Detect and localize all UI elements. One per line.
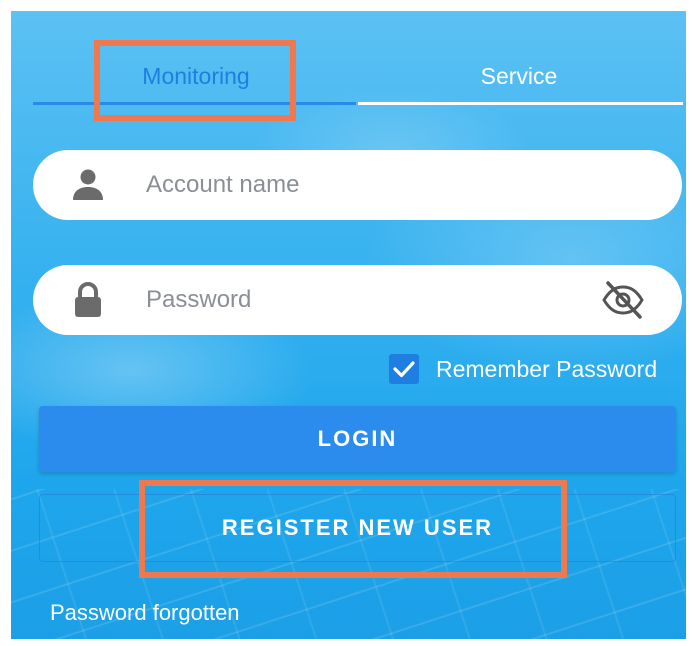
register-new-user-button[interactable]: REGISTER NEW USER bbox=[39, 494, 676, 562]
password-field[interactable] bbox=[33, 265, 682, 335]
tab-indicator-active bbox=[33, 102, 356, 105]
account-name-field[interactable] bbox=[33, 150, 682, 220]
login-screen: Monitoring Service Remember Password LOG… bbox=[11, 11, 686, 639]
check-icon bbox=[393, 361, 415, 378]
user-icon bbox=[73, 169, 103, 200]
remember-password-checkbox[interactable] bbox=[389, 354, 419, 384]
password-input[interactable] bbox=[146, 277, 576, 323]
remember-password[interactable]: Remember Password bbox=[389, 352, 657, 386]
password-forgotten-link[interactable]: Password forgotten bbox=[50, 600, 240, 626]
tab-monitoring[interactable]: Monitoring bbox=[96, 63, 296, 90]
remember-password-label: Remember Password bbox=[436, 355, 658, 382]
eye-off-icon[interactable] bbox=[600, 279, 646, 321]
tab-service[interactable]: Service bbox=[419, 63, 619, 90]
tab-indicator-inactive bbox=[358, 102, 683, 105]
login-button[interactable]: LOGIN bbox=[39, 406, 676, 472]
account-name-input[interactable] bbox=[146, 162, 576, 208]
lock-icon bbox=[75, 282, 101, 317]
